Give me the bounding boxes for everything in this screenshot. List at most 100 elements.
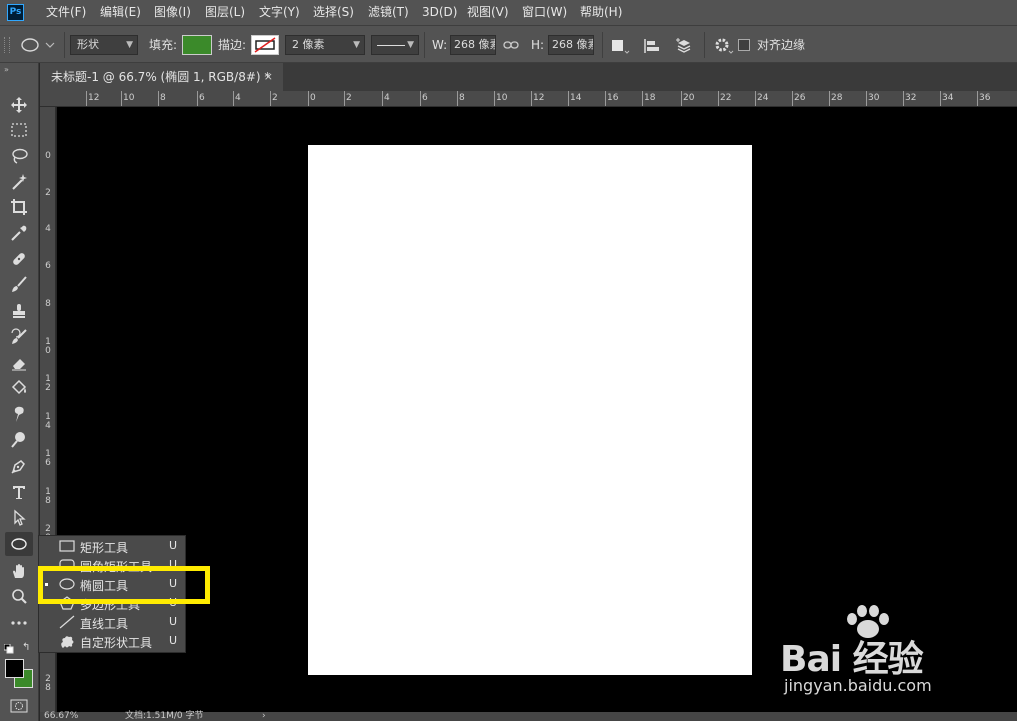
magic-wand-icon [12, 174, 27, 190]
type-tool[interactable] [5, 480, 33, 504]
dodge-tool[interactable] [5, 428, 33, 452]
ruler-tick-label: 16 [607, 93, 619, 103]
ellipse-preset-icon [21, 38, 55, 52]
healing-brush-tool[interactable] [5, 247, 33, 271]
menu-select[interactable]: 选择(S) [313, 0, 354, 25]
gear-icon[interactable] [713, 36, 735, 59]
smudge-tool[interactable] [5, 402, 33, 426]
ellipse-tool[interactable] [5, 532, 33, 556]
menu-image[interactable]: 图像(I) [154, 0, 191, 25]
lasso-icon [12, 148, 28, 164]
ruler-tick-label: 34 [942, 93, 954, 103]
ellipsis-icon [11, 621, 27, 625]
ruler-tick-mark [158, 91, 159, 106]
zoom-level[interactable]: 66.67% [44, 712, 78, 721]
clone-stamp-tool[interactable] [5, 299, 33, 323]
close-tab-icon[interactable]: × [264, 63, 273, 91]
ruler-tick-mark [382, 91, 383, 106]
width-label: W: [432, 38, 448, 52]
menu-window[interactable]: 窗口(W) [522, 0, 567, 25]
path-arrangement-icon[interactable] [674, 36, 698, 59]
crop-icon [11, 199, 27, 215]
pen-tool[interactable] [5, 454, 33, 478]
zoom-tool[interactable] [5, 585, 33, 609]
ruler-tick-mark [86, 91, 87, 106]
flyout-item-custom-shape[interactable]: 自定形状工具 U [39, 632, 185, 651]
ruler-tick-label: 0 [45, 151, 51, 161]
align-edges-checkbox[interactable] [738, 39, 750, 51]
ruler-tick-label: 4 [384, 93, 390, 103]
path-selection-tool[interactable] [5, 506, 33, 530]
status-menu-arrow-icon[interactable]: › [262, 712, 266, 721]
brush-tool[interactable] [5, 273, 33, 297]
stroke-color-swatch[interactable] [251, 35, 279, 55]
ruler-tick-mark [121, 91, 122, 106]
default-colors-icon[interactable] [3, 643, 14, 657]
eraser-tool[interactable] [5, 351, 33, 375]
menu-help[interactable]: 帮助(H) [580, 0, 622, 25]
ruler-tick-label: 1 4 [45, 412, 51, 431]
width-input[interactable]: 268 像素 [450, 35, 496, 55]
ruler-tick-mark [829, 91, 830, 106]
magic-wand-tool[interactable] [5, 170, 33, 194]
document-canvas[interactable] [308, 145, 752, 675]
ruler-tick-label: 2 [45, 188, 51, 198]
mode-dropdown[interactable]: 形状 ▼ [70, 35, 138, 55]
fill-color-swatch[interactable] [182, 35, 212, 55]
smudge-icon [14, 406, 24, 422]
ruler-tick-label: 2 8 [45, 674, 51, 693]
ruler-tick-mark [866, 91, 867, 106]
more-tools-button[interactable] [5, 611, 33, 635]
link-icon[interactable] [503, 39, 519, 54]
ruler-tick-label: 8 [45, 299, 51, 309]
move-tool[interactable] [5, 93, 33, 117]
crop-tool[interactable] [5, 195, 33, 219]
ruler-tick-label: 32 [905, 93, 917, 103]
paint-bucket-tool[interactable] [5, 376, 33, 400]
ruler-tick-label: 6 [199, 93, 205, 103]
ruler-tick-label: 1 8 [45, 487, 51, 506]
stroke-width-field[interactable]: 2 像素 ▼ [285, 35, 365, 55]
ruler-tick-label: 36 [979, 93, 991, 103]
menu-file[interactable]: 文件(F) [46, 0, 86, 25]
flyout-item-line[interactable]: 直线工具 U [39, 613, 185, 632]
menu-edit[interactable]: 编辑(E) [100, 0, 141, 25]
ruler-tick-label: 8 [459, 93, 465, 103]
ruler-tick-label: 8 [160, 93, 166, 103]
height-input[interactable]: 268 像素 [548, 35, 594, 55]
menu-view[interactable]: 视图(V) [467, 0, 509, 25]
document-tab[interactable]: 未标题-1 @ 66.7% (椭圆 1, RGB/8#) * × [40, 63, 283, 91]
eyedropper-tool[interactable] [5, 221, 33, 245]
path-operations-icon[interactable] [610, 37, 630, 58]
ruler-tick-mark [718, 91, 719, 106]
ruler-tick-label: 2 [272, 93, 278, 103]
hand-tool[interactable] [5, 559, 33, 583]
lasso-tool[interactable] [5, 144, 33, 168]
tool-preset-picker[interactable] [20, 35, 60, 55]
foreground-color-swatch[interactable] [5, 659, 24, 678]
dodge-icon [11, 432, 25, 448]
path-alignment-icon[interactable] [642, 37, 664, 58]
history-brush-tool[interactable] [5, 325, 33, 349]
ruler-tick-mark [233, 91, 234, 106]
quick-mask-icon[interactable] [10, 699, 28, 716]
ruler-tick-label: 24 [757, 93, 769, 103]
marquee-tool[interactable] [5, 118, 33, 142]
menu-type[interactable]: 文字(Y) [259, 0, 300, 25]
menu-layer[interactable]: 图层(L) [205, 0, 245, 25]
swap-colors-icon[interactable]: ↰ [22, 642, 30, 653]
grip-handle[interactable] [4, 37, 10, 53]
menu-3d[interactable]: 3D(D) [422, 0, 457, 25]
eyedropper-icon [11, 225, 27, 241]
arrow-cursor-icon [14, 509, 26, 526]
history-brush-icon [11, 328, 27, 344]
flyout-item-rectangle[interactable]: 矩形工具 U [39, 537, 185, 556]
collapse-icon[interactable]: » [4, 65, 9, 74]
stroke-type-dropdown[interactable]: ▼ [371, 35, 419, 55]
baidu-watermark: Bai 经验 jingyan.baidu.com [780, 605, 1010, 705]
flyout-item-label: 自定形状工具 [80, 636, 153, 650]
ruler-tick-label: 10 [496, 93, 508, 103]
menu-filter[interactable]: 滤镜(T) [368, 0, 409, 25]
ruler-tick-label: 12 [88, 93, 100, 103]
flyout-shortcut: U [169, 539, 178, 552]
